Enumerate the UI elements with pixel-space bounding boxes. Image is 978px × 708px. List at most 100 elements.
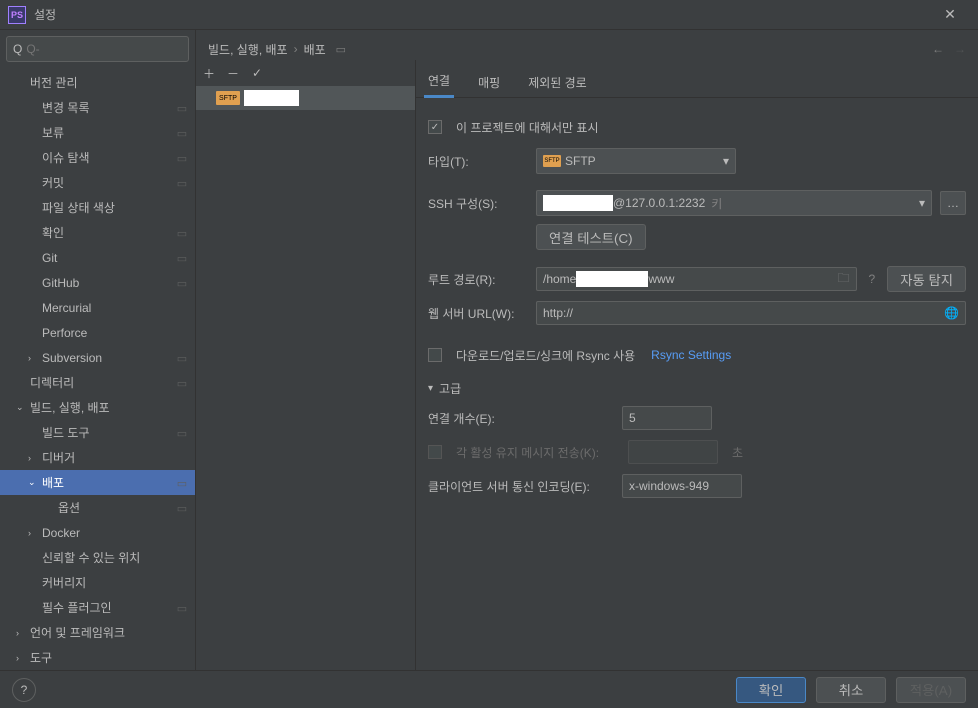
expand-icon: ⌄ [28,477,38,488]
tree-item-5[interactable]: 파일 상태 색상 [0,195,195,220]
sftp-icon: SFTP [216,91,240,105]
tab-excluded[interactable]: 제외된 경로 [524,68,591,97]
ssh-key-hint: 키 [711,195,722,212]
project-indicator-icon [175,476,189,490]
sftp-select-icon: SFTP [543,155,561,167]
tab-connection[interactable]: 연결 [424,66,454,98]
tab-mapping[interactable]: 매핑 [474,68,504,97]
type-select[interactable]: SFTP SFTP ▾ [536,148,736,174]
tree-item-label: 버전 관리 [30,74,78,91]
breadcrumb-indicator-icon: ▭ [336,43,346,56]
keepalive-input [628,440,718,464]
project-indicator-icon [175,601,189,615]
tree-item-label: 옵션 [58,499,80,516]
conn-count-input[interactable]: 5 [622,406,712,430]
project-only-checkbox[interactable] [428,120,442,134]
search-box[interactable]: Q [6,36,189,62]
web-url-value: http:// [543,306,573,320]
tree-item-20[interactable]: 커버리지 [0,570,195,595]
tree-item-label: 배포 [42,474,64,491]
apply-button[interactable]: 적용(A) [896,677,966,703]
tree-item-label: 디렉터리 [30,374,74,391]
search-input[interactable] [26,42,182,56]
search-icon: Q [13,42,22,56]
server-item[interactable]: SFTP [196,86,415,110]
ssh-select[interactable]: @127.0.0.1:2232 키 ▾ [536,190,932,216]
detail-panel: 연결 매핑 제외된 경로 이 프로젝트에 대해서만 표시 타입(T): SFTP [416,60,978,670]
type-row: 타입(T): SFTP SFTP ▾ [428,144,966,178]
tree-item-label: Docker [42,526,80,540]
tree-item-16[interactable]: ⌄ 배포 [0,470,195,495]
rsync-row: 다운로드/업로드/싱크에 Rsync 사용 Rsync Settings [428,338,966,372]
rsync-checkbox[interactable] [428,348,442,362]
rsync-label: 다운로드/업로드/싱크에 Rsync 사용 [456,347,635,364]
advanced-label: 고급 [439,380,461,397]
tree-item-3[interactable]: 이슈 탐색 [0,145,195,170]
titlebar: PS 설정 ✕ [0,0,978,30]
expand-icon: › [28,453,38,463]
tree-item-label: 언어 및 프레임워크 [30,624,125,641]
nav-forward-icon[interactable]: → [954,42,966,56]
settings-sidebar: Q 버전 관리변경 목록보류이슈 탐색커밋파일 상태 색상확인Git GitHub… [0,30,196,670]
encoding-value: x-windows-949 [629,479,709,493]
tree-item-4[interactable]: 커밋 [0,170,195,195]
project-indicator-icon [175,276,189,290]
auto-detect-button[interactable]: 자동 탐지 [887,266,966,292]
tree-item-15[interactable]: ›디버거 [0,445,195,470]
test-connection-button[interactable]: 연결 테스트(C) [536,224,646,250]
tree-item-label: GitHub [42,276,79,290]
tree-item-6[interactable]: 확인 [0,220,195,245]
tree-item-23[interactable]: ›도구 [0,645,195,670]
add-server-button[interactable]: ＋ [198,62,220,84]
root-path-input[interactable]: /home www 🗀 [536,267,857,291]
cancel-button[interactable]: 취소 [816,677,886,703]
tree-item-7[interactable]: Git [0,245,195,270]
server-list-panel: ＋ － ✓ SFTP [196,60,416,670]
rsync-settings-link[interactable]: Rsync Settings [651,348,731,362]
tree-item-14[interactable]: 빌드 도구 [0,420,195,445]
tree-item-11[interactable]: ›Subversion [0,345,195,370]
breadcrumb-part-1[interactable]: 배포 [304,41,326,58]
encoding-row: 클라이언트 서버 통신 인코딩(E): x-windows-949 [428,469,966,503]
close-button[interactable]: ✕ [930,0,970,30]
tree-item-21[interactable]: 필수 플러그인 [0,595,195,620]
tree-item-19[interactable]: 신뢰할 수 있는 위치 [0,545,195,570]
help-icon[interactable]: ? [865,272,880,286]
ssh-more-button[interactable]: … [940,191,966,215]
check-server-button[interactable]: ✓ [246,62,268,84]
remove-server-button[interactable]: － [222,62,244,84]
tree-item-22[interactable]: ›언어 및 프레임워크 [0,620,195,645]
tree-item-9[interactable]: Mercurial [0,295,195,320]
tree-item-18[interactable]: ›Docker [0,520,195,545]
root-suffix: www [648,272,674,286]
tree-item-label: 빌드, 실행, 배포 [30,399,110,416]
conn-count-value: 5 [629,411,636,425]
tree-item-13[interactable]: ⌄빌드, 실행, 배포 [0,395,195,420]
tree-item-label: 도구 [30,649,52,666]
advanced-section-toggle[interactable]: 고급 [428,380,966,397]
tree-item-label: 보류 [42,124,64,141]
tree-item-0[interactable]: 버전 관리 [0,70,195,95]
tree-item-label: Mercurial [42,301,91,315]
tree-item-10[interactable]: Perforce [0,320,195,345]
globe-icon[interactable]: 🌐 [944,306,959,320]
tree-item-17[interactable]: 옵션 [0,495,195,520]
tree-item-2[interactable]: 보류 [0,120,195,145]
tree-item-8[interactable]: GitHub [0,270,195,295]
tree-item-12[interactable]: 디렉터리 [0,370,195,395]
web-url-input[interactable]: http:// 🌐 [536,301,966,325]
app-logo: PS [8,6,26,24]
tree-item-label: 파일 상태 색상 [42,199,115,216]
root-label: 루트 경로(R): [428,271,528,288]
tree-item-label: 신뢰할 수 있는 위치 [42,549,140,566]
ssh-row: SSH 구성(S): @127.0.0.1:2232 키 ▾ … [428,186,966,220]
tree-item-label: 커밋 [42,174,64,191]
encoding-input[interactable]: x-windows-949 [622,474,742,498]
project-only-row: 이 프로젝트에 대해서만 표시 [428,110,966,144]
breadcrumb-part-0[interactable]: 빌드, 실행, 배포 [208,41,288,58]
folder-icon[interactable]: 🗀 [838,269,850,290]
nav-back-icon[interactable]: ← [932,42,944,56]
footer-help-button[interactable]: ? [12,678,36,702]
ok-button[interactable]: 확인 [736,677,806,703]
tree-item-1[interactable]: 변경 목록 [0,95,195,120]
